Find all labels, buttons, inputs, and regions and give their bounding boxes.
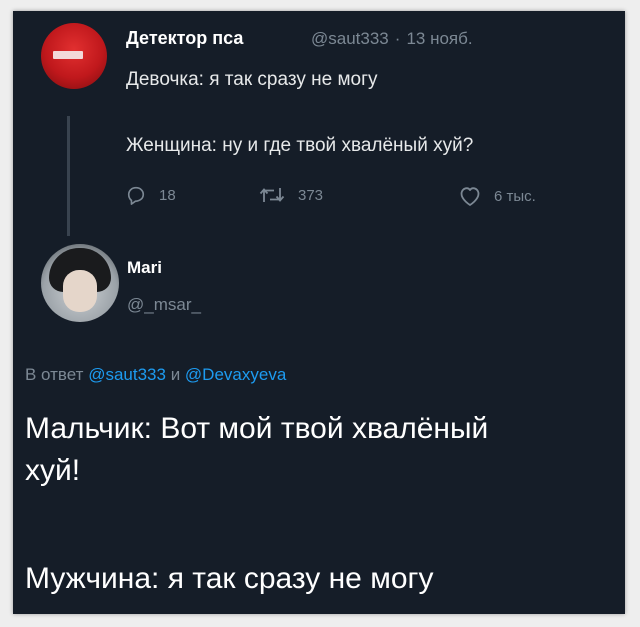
thread-connector-line <box>67 116 70 236</box>
reply-to-link-1[interactable]: @saut333 <box>88 365 166 384</box>
author-avatar[interactable] <box>41 23 107 89</box>
reply-text-line-1: Мальчик: Вот мой твой хвалёный <box>25 412 489 445</box>
reply-author-name[interactable]: Mari <box>127 258 162 278</box>
like-count: 6 тыс. <box>494 187 536 205</box>
tweet-text-line-2: Женщина: ну и где твой хвалёный хуй? <box>126 135 474 156</box>
like-button[interactable]: 6 тыс. <box>458 185 536 207</box>
retweet-button[interactable]: 373 <box>258 185 323 205</box>
tweet-date[interactable]: 13 нояб. <box>406 29 472 48</box>
twitter-thread: Детектор пса @saut333 · 13 нояб. Девочка: … <box>13 11 625 614</box>
reply-author-handle[interactable]: @_msar_ <box>127 295 201 315</box>
tweet-author-handle[interactable]: @saut333 <box>311 29 389 48</box>
reply-button[interactable]: 18 <box>125 185 176 205</box>
reply-text-line-3: Мужчина: я так сразу не могу <box>25 562 434 595</box>
avatar-shirt-logo <box>53 51 83 59</box>
reply-context: В ответ @saut333 и @Devaxyeva <box>25 365 286 385</box>
retweet-count: 373 <box>298 186 324 204</box>
like-icon <box>460 187 480 206</box>
reply-author-avatar[interactable] <box>41 244 119 322</box>
meta-separator: · <box>394 29 401 48</box>
avatar-face <box>63 270 97 312</box>
reply-count: 18 <box>159 186 176 204</box>
tweet-text-line-1: Девочка: я так сразу не могу <box>126 69 378 90</box>
reply-prefix: В ответ <box>25 365 84 384</box>
tweet-author-name[interactable]: Детектор пса <box>126 28 243 49</box>
reply-joiner: и <box>170 365 181 384</box>
reply-text-line-2: хуй! <box>25 454 81 487</box>
reply-to-link-2[interactable]: @Devaxyeva <box>185 365 286 384</box>
screenshot-frame: Детектор пса @saut333 · 13 нояб. Девочка: … <box>0 0 640 627</box>
reply-icon <box>127 186 145 205</box>
tweet-meta: @saut333 · 13 нояб. <box>311 29 479 49</box>
retweet-icon <box>259 188 285 202</box>
